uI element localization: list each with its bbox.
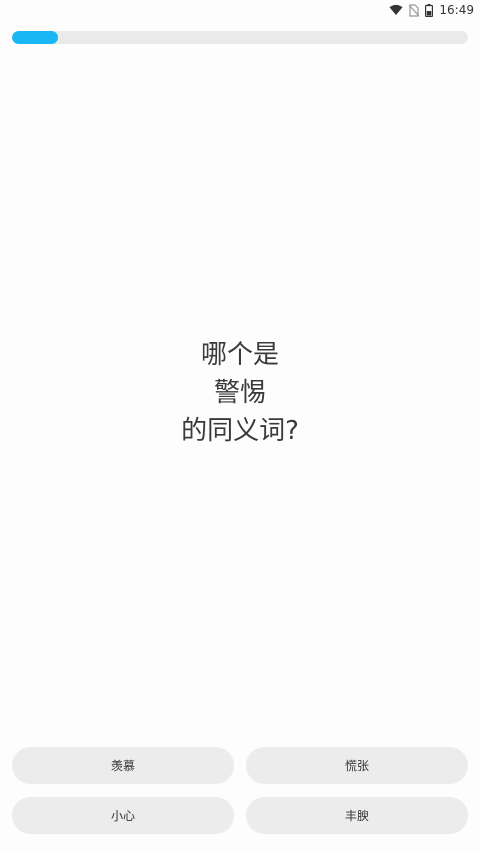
status-icons: 16:49 bbox=[389, 3, 474, 17]
question-word: 警惕 bbox=[213, 378, 266, 408]
answer-button-2[interactable]: 慌张 bbox=[246, 747, 468, 784]
answer-options: 羡慕 慌张 小心 丰腴 bbox=[12, 747, 468, 834]
status-bar: 16:49 bbox=[0, 0, 480, 22]
answer-button-3[interactable]: 小心 bbox=[12, 797, 234, 834]
wifi-icon bbox=[389, 4, 403, 16]
question-line-3: 的同义词? bbox=[181, 416, 299, 446]
battery-icon bbox=[425, 3, 434, 17]
no-sim-icon bbox=[409, 3, 420, 17]
quiz-screen: 16:49 哪个是 警惕 的同义词? 羡慕 慌张 小心 丰腴 bbox=[0, 0, 480, 853]
question-text: 哪个是 警惕 的同义词? bbox=[0, 336, 480, 450]
question-line-1: 哪个是 bbox=[200, 340, 279, 370]
progress-bar-fill bbox=[12, 31, 58, 44]
answer-button-4[interactable]: 丰腴 bbox=[246, 797, 468, 834]
status-time: 16:49 bbox=[439, 3, 474, 17]
progress-bar bbox=[12, 31, 468, 44]
answer-button-1[interactable]: 羡慕 bbox=[12, 747, 234, 784]
